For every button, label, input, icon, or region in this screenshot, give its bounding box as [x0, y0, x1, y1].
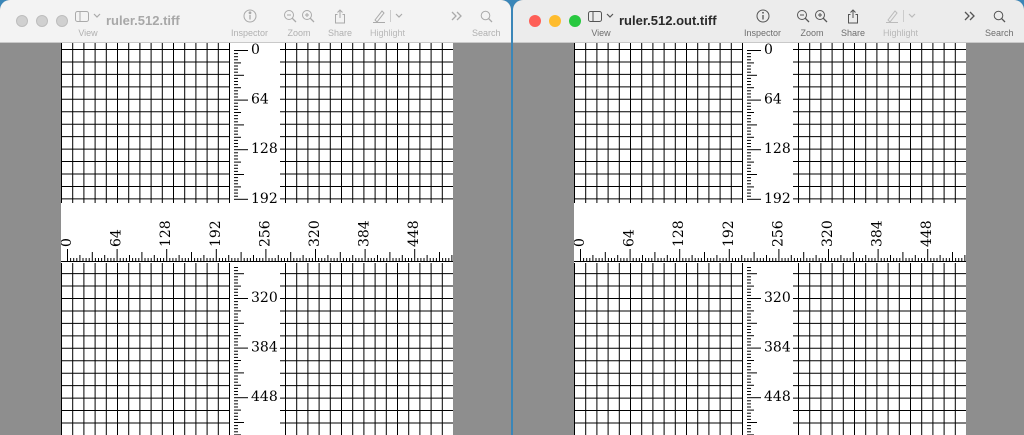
more-toolbar-button[interactable]: [451, 6, 463, 26]
toolbar: View ruler.512.tiff Inspector Zoom Share…: [0, 0, 511, 43]
view-label: View: [78, 28, 98, 38]
highlight-label: Highlight: [370, 28, 406, 38]
search-icon: [480, 10, 493, 22]
share-icon: [848, 8, 859, 23]
horizontal-ruler-label: 320: [820, 220, 836, 247]
chevron-down-icon: [395, 13, 403, 18]
traffic-lights: [529, 15, 581, 27]
horizontal-ruler-label: 320: [307, 220, 323, 247]
vertical-ruler-label: 192: [251, 191, 278, 207]
zoom-in-icon[interactable]: [814, 9, 828, 23]
vertical-ruler-label: 384: [764, 340, 791, 356]
toolbar: View ruler.512.out.tiff Inspector Zoom S…: [513, 0, 1024, 43]
zoom-out-icon[interactable]: [796, 9, 810, 23]
zoom-out-icon[interactable]: [283, 9, 297, 23]
share-button[interactable]: Share: [841, 6, 865, 38]
window-title: ruler.512.tiff: [106, 13, 180, 28]
share-label: Share: [841, 28, 866, 38]
vertical-ruler-label: 320: [764, 290, 791, 306]
more-toolbar-button[interactable]: [964, 6, 976, 26]
inspector-button[interactable]: Inspector: [231, 6, 268, 38]
share-button[interactable]: Share: [328, 6, 352, 38]
highlighter-icon: [886, 10, 899, 23]
search-label: Search: [472, 28, 501, 38]
chevron-down-icon: [93, 13, 101, 18]
vertical-ruler-label: 320: [251, 290, 278, 306]
vertical-ruler-label: 0: [251, 43, 260, 58]
vertical-ruler-label: 0: [764, 43, 773, 58]
ruler-image: 0 64 128 192 320 384 448 0 64 128 192 256 320 384 448: [61, 43, 453, 435]
window-title: ruler.512.out.tiff: [619, 13, 717, 28]
horizontal-ruler-label: 192: [721, 220, 737, 247]
vertical-ruler-label: 384: [251, 340, 278, 356]
inspector-label: Inspector: [744, 28, 782, 38]
close-button[interactable]: [16, 15, 28, 27]
traffic-lights: [16, 15, 68, 27]
ruler-graphic: 0 64 128 192 320 384 448 0 64 128 192 256 320 384 448: [574, 43, 966, 435]
search-icon: [993, 10, 1006, 22]
vertical-ruler-label: 128: [251, 141, 278, 157]
sidebar-icon: [75, 10, 89, 22]
highlight-label: Highlight: [883, 28, 919, 38]
horizontal-ruler-label: 384: [870, 220, 886, 247]
preview-window-right: View ruler.512.out.tiff Inspector Zoom S…: [513, 0, 1024, 435]
double-chevron-right-icon: [451, 11, 462, 21]
horizontal-ruler-label: 256: [257, 220, 273, 247]
search-button[interactable]: Search: [985, 6, 1014, 38]
search-label: Search: [985, 28, 1014, 38]
zoom-window-button[interactable]: [56, 15, 68, 27]
horizontal-ruler-label: 0: [61, 238, 75, 247]
view-button[interactable]: View: [75, 6, 101, 38]
view-label: View: [591, 28, 611, 38]
info-icon: [756, 9, 770, 23]
zoom-label: Zoom: [287, 28, 311, 38]
chevron-down-icon: [908, 13, 916, 18]
highlight-button[interactable]: Highlight: [370, 6, 405, 38]
vertical-ruler-label: 448: [764, 389, 791, 405]
preview-window-left: View ruler.512.tiff Inspector Zoom Share…: [0, 0, 511, 435]
highlighter-icon: [373, 10, 386, 23]
horizontal-ruler-label: 448: [919, 220, 935, 247]
vertical-ruler-label: 64: [251, 92, 269, 108]
share-icon: [335, 8, 346, 23]
zoom-in-icon[interactable]: [301, 9, 315, 23]
horizontal-ruler-label: 64: [622, 229, 638, 247]
sidebar-icon: [588, 10, 602, 22]
zoom-controls[interactable]: Zoom: [283, 6, 315, 38]
inspector-label: Inspector: [231, 28, 269, 38]
ruler-image: 0 64 128 192 320 384 448 0 64 128 192 256 320 384 448: [574, 43, 966, 435]
inspector-button[interactable]: Inspector: [744, 6, 781, 38]
double-chevron-right-icon: [964, 11, 975, 21]
share-label: Share: [328, 28, 353, 38]
close-button[interactable]: [529, 15, 541, 27]
vertical-ruler-label: 128: [764, 141, 791, 157]
horizontal-ruler-label: 64: [109, 229, 125, 247]
horizontal-ruler-label: 192: [208, 220, 224, 247]
zoom-window-button[interactable]: [569, 15, 581, 27]
vertical-ruler-label: 192: [764, 191, 791, 207]
vertical-ruler-label: 448: [251, 389, 278, 405]
info-icon: [243, 9, 257, 23]
zoom-controls[interactable]: Zoom: [796, 6, 828, 38]
chevron-down-icon: [606, 13, 614, 18]
ruler-graphic: 0 64 128 192 320 384 448 0 64 128 192 256 320 384 448: [61, 43, 453, 435]
horizontal-ruler-label: 0: [574, 238, 588, 247]
minimize-button[interactable]: [36, 15, 48, 27]
horizontal-ruler-label: 128: [671, 220, 687, 247]
search-button[interactable]: Search: [472, 6, 501, 38]
view-button[interactable]: View: [588, 6, 614, 38]
horizontal-ruler-label: 448: [406, 220, 422, 247]
horizontal-ruler-label: 256: [770, 220, 786, 247]
minimize-button[interactable]: [549, 15, 561, 27]
horizontal-ruler-label: 128: [158, 220, 174, 247]
highlight-button[interactable]: Highlight: [883, 6, 918, 38]
zoom-label: Zoom: [800, 28, 824, 38]
vertical-ruler-label: 64: [764, 92, 782, 108]
horizontal-ruler-label: 384: [357, 220, 373, 247]
